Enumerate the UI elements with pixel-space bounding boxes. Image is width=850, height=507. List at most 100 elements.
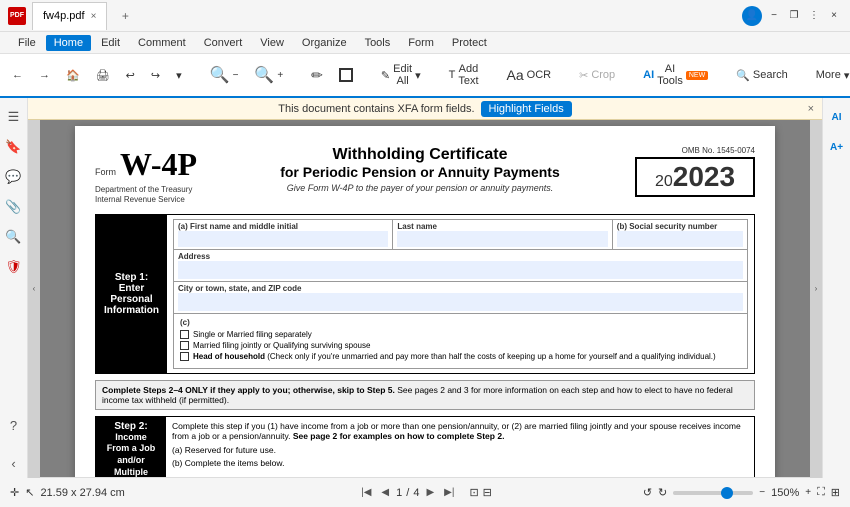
menu-dots-button[interactable]: ⋮ <box>806 8 822 24</box>
menu-tools[interactable]: Tools <box>357 35 399 51</box>
restore-button[interactable]: ❐ <box>786 8 802 24</box>
fullscreen-button[interactable]: ⛶ <box>817 486 825 499</box>
total-pages: 4 <box>413 487 419 499</box>
status-right: ↺ ↻ − 150% + ⛶ ⊞ <box>500 486 840 499</box>
menu-protect[interactable]: Protect <box>444 35 495 51</box>
fit-width-icon[interactable]: ⊟ <box>483 486 492 499</box>
back-button[interactable]: ← <box>6 65 29 85</box>
zoom-slider[interactable] <box>673 491 753 495</box>
first-page-button[interactable]: |◀ <box>358 485 374 500</box>
last-name-input[interactable] <box>397 231 607 247</box>
menu-form[interactable]: Form <box>400 35 442 51</box>
married-label: Married filing jointly or Qualifying sur… <box>193 341 370 350</box>
scroll-right-button[interactable]: › <box>810 98 822 478</box>
zoom-out-label: − <box>233 70 239 81</box>
menu-home[interactable]: Home <box>46 35 91 51</box>
print-button[interactable]: 🖨 <box>90 65 116 86</box>
ai-panel-icon[interactable]: AI <box>826 106 848 128</box>
rotate-left-icon[interactable]: ↺ <box>643 486 652 499</box>
sidebar-security-icon[interactable]: 🛡 <box>3 256 25 278</box>
edit-all-label: Edit All <box>393 63 412 87</box>
step1-section: Step 1: Enter Personal Information (a) F… <box>95 214 755 374</box>
sidebar-help-icon[interactable]: ? <box>3 414 25 436</box>
menu-convert[interactable]: Convert <box>196 35 251 51</box>
menu-view[interactable]: View <box>252 35 292 51</box>
city-input[interactable] <box>178 293 743 311</box>
profile-button[interactable]: 👤 <box>742 6 762 26</box>
prev-page-button[interactable]: ◀ <box>378 485 392 500</box>
tab-close-button[interactable]: × <box>91 11 97 22</box>
sidebar-bookmark-icon[interactable]: 🔖 <box>3 136 25 158</box>
redo-button[interactable]: ↪ <box>145 65 166 86</box>
step2-a-label: (a) Reserved for future use. <box>172 445 276 455</box>
crop-button[interactable]: ✂ Crop <box>573 65 621 86</box>
city-label: City or town, state, and ZIP code <box>178 284 743 293</box>
zoom-in-status-icon[interactable]: + <box>805 487 811 498</box>
xfa-banner: This document contains XFA form fields. … <box>28 98 822 120</box>
rectangle-button[interactable] <box>333 64 359 86</box>
browser-tab[interactable]: fw4p.pdf × <box>32 2 107 30</box>
irs-line1: Department of the Treasury <box>95 185 205 195</box>
step2-note: See page 2 for examples on how to comple… <box>293 431 505 441</box>
page-navigation: |◀ ◀ 1 / 4 ▶ ▶| <box>358 485 457 500</box>
single-checkbox[interactable] <box>180 330 189 339</box>
more-undo-button[interactable]: ▾ <box>170 65 188 86</box>
menu-organize[interactable]: Organize <box>294 35 355 51</box>
rectangle-icon <box>339 68 353 82</box>
home-icon: 🏠 <box>66 69 80 82</box>
add-text-button[interactable]: T Add Text <box>443 59 485 91</box>
edit-all-button[interactable]: ✎ Edit All ▾ <box>375 59 427 91</box>
crop-label: Crop <box>591 69 615 81</box>
ocr-label: OCR <box>527 69 551 81</box>
scroll-left-button[interactable]: ‹ <box>28 98 40 478</box>
more-button[interactable]: More ▾ <box>810 65 850 86</box>
home-toolbar-button[interactable]: 🏠 <box>60 65 86 86</box>
zoom-out-status-icon[interactable]: − <box>759 487 765 498</box>
edit-all-arrow-icon: ▾ <box>415 69 421 82</box>
banner-close-button[interactable]: × <box>808 103 814 115</box>
address-input[interactable] <box>178 261 743 279</box>
sidebar-nav-icon[interactable]: ☰ <box>3 106 25 128</box>
menu-edit[interactable]: Edit <box>93 35 128 51</box>
ai-tools-button[interactable]: AI AI Tools NEW <box>637 59 714 91</box>
last-page-button[interactable]: ▶| <box>441 485 457 500</box>
search-toolbar-button[interactable]: 🔍 Search <box>730 65 794 86</box>
zoom-out-button[interactable]: 🔍 − <box>204 61 245 89</box>
hoh-checkbox[interactable] <box>180 352 189 361</box>
ai-plus-icon[interactable]: A+ <box>826 136 848 158</box>
next-page-button[interactable]: ▶ <box>423 485 437 500</box>
pointer-icon: ✛ <box>10 486 19 499</box>
redo-icon: ↪ <box>151 69 160 82</box>
sidebar-search-icon[interactable]: 🔍 <box>3 226 25 248</box>
new-tab-button[interactable]: + <box>113 4 137 28</box>
menu-file[interactable]: File <box>10 35 44 51</box>
zoom-in-button[interactable]: 🔍 + <box>248 61 289 89</box>
dimensions: 21.59 x 27.94 cm <box>40 487 124 499</box>
forward-icon: → <box>39 69 50 81</box>
ssn-input[interactable] <box>617 231 743 247</box>
complete-steps-banner: Complete Steps 2–4 ONLY if they apply to… <box>95 380 755 410</box>
sidebar-attachment-icon[interactable]: 📎 <box>3 196 25 218</box>
edit-icon: ✎ <box>381 69 390 82</box>
close-button[interactable]: × <box>826 8 842 24</box>
ocr-button[interactable]: Aa OCR <box>501 63 558 87</box>
single-label: Single or Married filing separately <box>193 330 312 339</box>
filing-status-cell: (c) Single or Married filing separately … <box>174 314 747 368</box>
sidebar-expand-icon[interactable]: ‹ <box>3 452 25 474</box>
main-content-area: This document contains XFA form fields. … <box>28 98 822 477</box>
fullscreen-exit-button[interactable]: ⊞ <box>831 486 840 499</box>
highlight-fields-button[interactable]: Highlight Fields <box>481 101 572 117</box>
menu-comment[interactable]: Comment <box>130 35 194 51</box>
sidebar-comment-icon[interactable]: 💬 <box>3 166 25 188</box>
fit-page-icon[interactable]: ⊡ <box>469 486 478 499</box>
minimize-button[interactable]: − <box>766 8 782 24</box>
address-cell: Address <box>174 250 747 281</box>
rotate-right-icon[interactable]: ↻ <box>658 486 667 499</box>
undo-button[interactable]: ↩ <box>120 65 141 86</box>
married-checkbox[interactable] <box>180 341 189 350</box>
zoom-thumb[interactable] <box>721 487 733 499</box>
first-name-input[interactable] <box>178 231 388 247</box>
markup-button[interactable]: ✏ <box>305 63 329 88</box>
ai-icon: AI <box>643 69 654 81</box>
forward-button[interactable]: → <box>33 65 56 85</box>
